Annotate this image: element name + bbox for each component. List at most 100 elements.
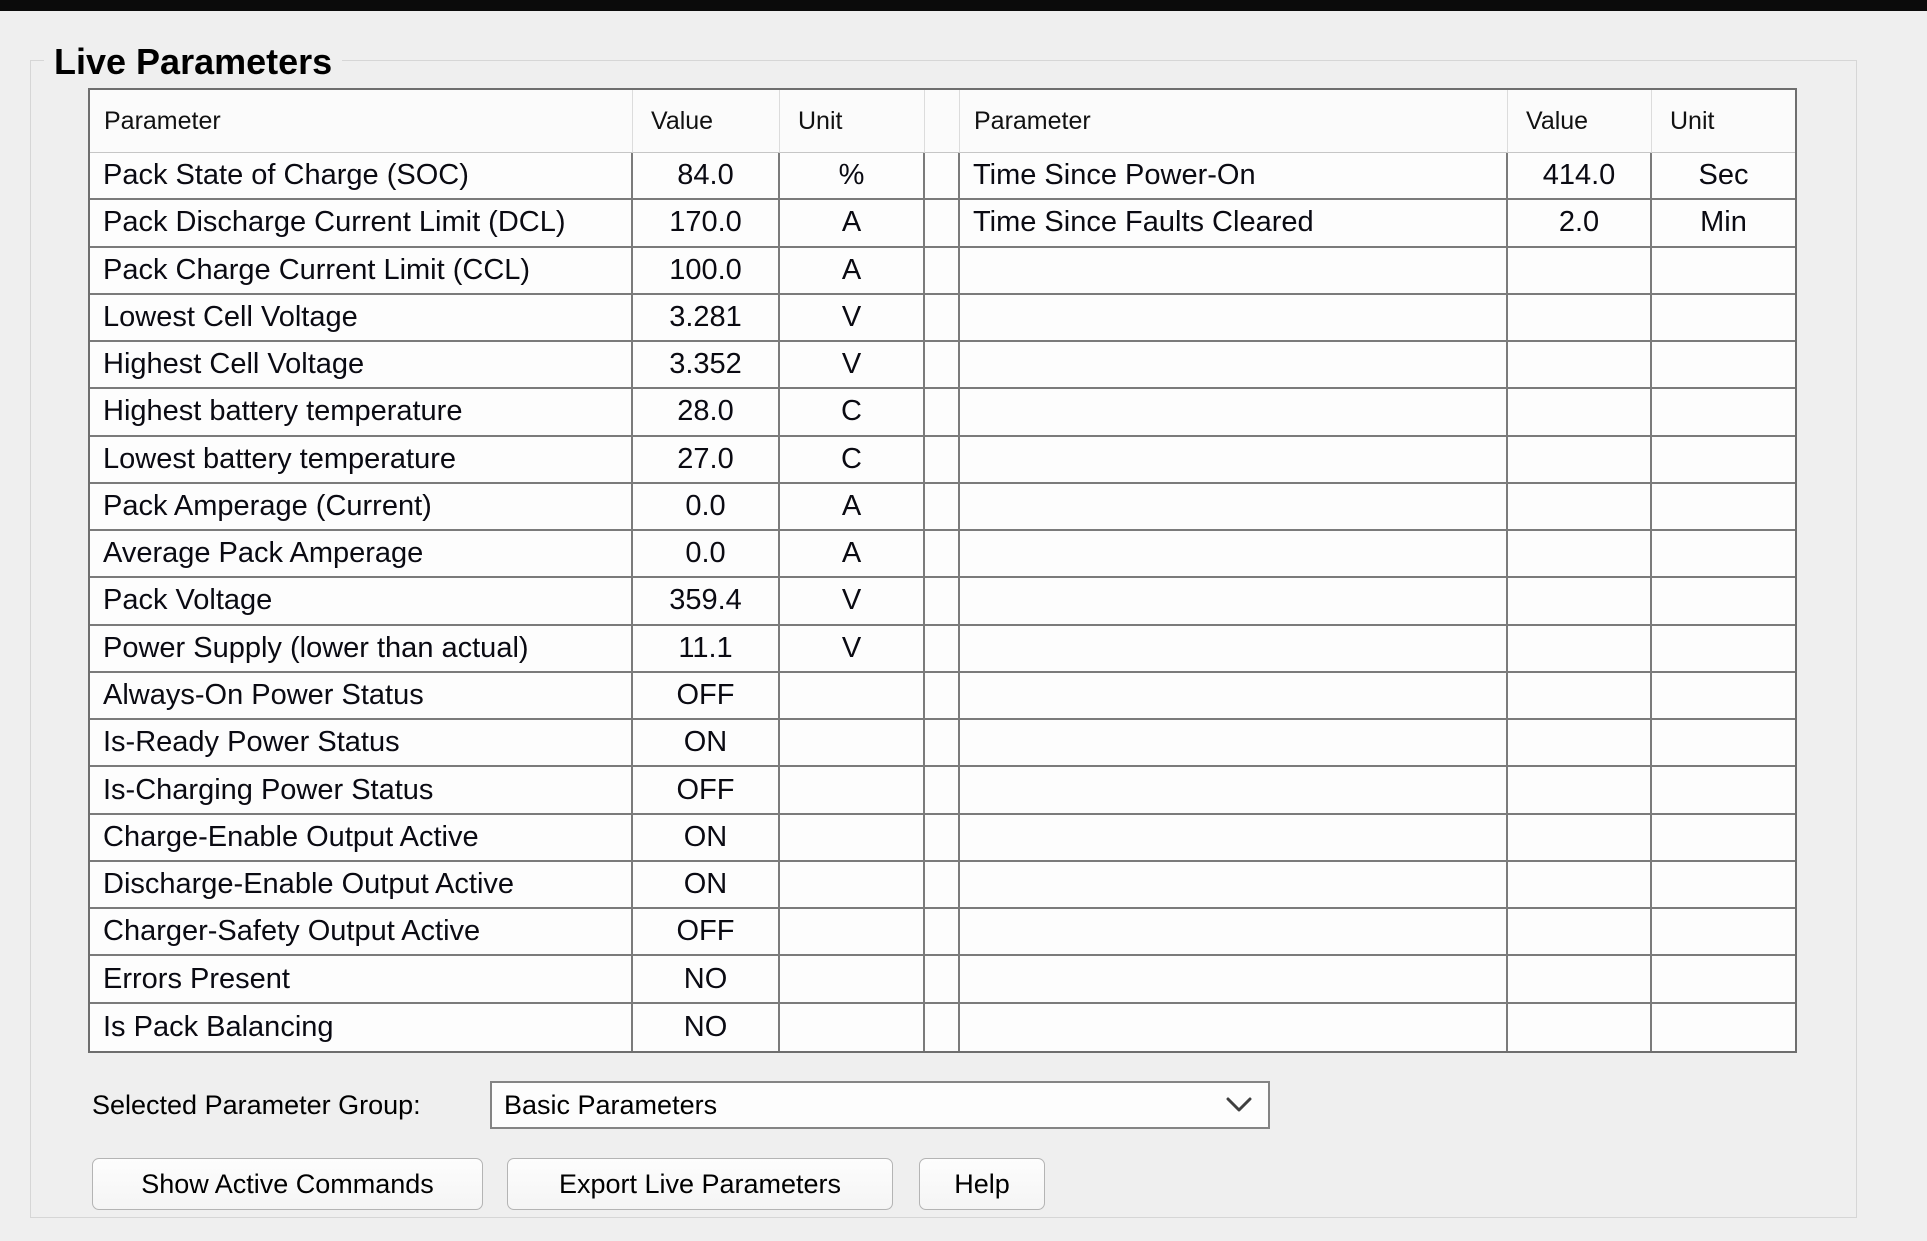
unit-cell: Min	[1652, 200, 1795, 247]
unit-cell	[780, 767, 925, 814]
spacer-cell	[925, 531, 960, 578]
chevron-down-icon	[1226, 1097, 1252, 1113]
unit-cell	[1652, 956, 1795, 1003]
left-header-parameter: Parameter	[90, 90, 633, 153]
spacer-cell	[925, 909, 960, 956]
parameter-cell	[960, 909, 1508, 956]
parameter-cell: Power Supply (lower than actual)	[90, 626, 633, 673]
unit-cell: V	[780, 626, 925, 673]
value-cell: 170.0	[633, 200, 780, 247]
help-button[interactable]: Help	[919, 1158, 1045, 1210]
unit-cell	[780, 815, 925, 862]
unit-cell	[1652, 720, 1795, 767]
parameter-cell	[960, 1004, 1508, 1051]
export-live-parameters-button[interactable]: Export Live Parameters	[507, 1158, 893, 1210]
value-cell: ON	[633, 815, 780, 862]
value-cell: NO	[633, 1004, 780, 1051]
parameter-cell: Discharge-Enable Output Active	[90, 862, 633, 909]
value-cell: NO	[633, 956, 780, 1003]
value-cell: 84.0	[633, 153, 780, 200]
parameter-cell	[960, 437, 1508, 484]
spacer-cell	[925, 295, 960, 342]
unit-cell	[1652, 815, 1795, 862]
parameter-cell	[960, 862, 1508, 909]
parameter-cell: Pack Discharge Current Limit (DCL)	[90, 200, 633, 247]
spacer-cell	[925, 1004, 960, 1051]
value-cell: ON	[633, 720, 780, 767]
unit-cell: C	[780, 389, 925, 436]
value-cell: 28.0	[633, 389, 780, 436]
value-cell: 359.4	[633, 578, 780, 625]
value-cell: 2.0	[1508, 200, 1652, 247]
value-cell	[1508, 720, 1652, 767]
parameter-cell	[960, 295, 1508, 342]
header-spacer-cell	[925, 90, 960, 153]
group-title: Live Parameters	[44, 40, 342, 84]
parameter-cell	[960, 248, 1508, 295]
parameter-cell: Pack Voltage	[90, 578, 633, 625]
spacer-cell	[925, 862, 960, 909]
unit-cell	[780, 1004, 925, 1051]
unit-cell	[1652, 1004, 1795, 1051]
parameter-cell	[960, 484, 1508, 531]
parameter-cell	[960, 626, 1508, 673]
value-cell	[1508, 862, 1652, 909]
value-cell	[1508, 531, 1652, 578]
parameter-cell	[960, 815, 1508, 862]
parameter-cell: Highest battery temperature	[90, 389, 633, 436]
parameter-cell	[960, 342, 1508, 389]
spacer-cell	[925, 673, 960, 720]
right-header-parameter: Parameter	[960, 90, 1508, 153]
value-cell: 3.352	[633, 342, 780, 389]
unit-cell: %	[780, 153, 925, 200]
value-cell: ON	[633, 862, 780, 909]
unit-cell	[1652, 484, 1795, 531]
unit-cell: A	[780, 484, 925, 531]
unit-cell	[1652, 342, 1795, 389]
value-cell	[1508, 767, 1652, 814]
unit-cell	[1652, 248, 1795, 295]
spacer-cell	[925, 815, 960, 862]
parameter-cell: Charge-Enable Output Active	[90, 815, 633, 862]
value-cell	[1508, 626, 1652, 673]
parameter-cell: Is-Charging Power Status	[90, 767, 633, 814]
unit-cell: V	[780, 295, 925, 342]
parameter-cell: Always-On Power Status	[90, 673, 633, 720]
live-parameters-table: ParameterValueUnitParameterValueUnitPack…	[88, 88, 1797, 1053]
spacer-cell	[925, 626, 960, 673]
parameter-cell	[960, 673, 1508, 720]
show-active-commands-button[interactable]: Show Active Commands	[92, 1158, 483, 1210]
spacer-cell	[925, 389, 960, 436]
value-cell	[1508, 248, 1652, 295]
spacer-cell	[925, 956, 960, 1003]
unit-cell: V	[780, 578, 925, 625]
left-header-unit: Unit	[780, 90, 925, 153]
parameter-cell	[960, 720, 1508, 767]
parameter-cell	[960, 956, 1508, 1003]
unit-cell	[780, 720, 925, 767]
parameter-cell	[960, 531, 1508, 578]
unit-cell	[780, 862, 925, 909]
parameter-cell: Highest Cell Voltage	[90, 342, 633, 389]
unit-cell	[1652, 673, 1795, 720]
unit-cell	[1652, 626, 1795, 673]
value-cell	[1508, 909, 1652, 956]
unit-cell	[1652, 437, 1795, 484]
unit-cell	[1652, 295, 1795, 342]
parameter-cell: Is Pack Balancing	[90, 1004, 633, 1051]
parameter-cell: Pack State of Charge (SOC)	[90, 153, 633, 200]
spacer-cell	[925, 342, 960, 389]
unit-cell	[1652, 578, 1795, 625]
parameter-cell: Lowest battery temperature	[90, 437, 633, 484]
spacer-cell	[925, 200, 960, 247]
right-header-unit: Unit	[1652, 90, 1795, 153]
spacer-cell	[925, 720, 960, 767]
value-cell	[1508, 1004, 1652, 1051]
spacer-cell	[925, 248, 960, 295]
parameter-group-select[interactable]: Basic Parameters	[490, 1081, 1270, 1129]
spacer-cell	[925, 437, 960, 484]
unit-cell: A	[780, 200, 925, 247]
window-top-edge	[0, 0, 1927, 11]
selected-parameter-group-value: Basic Parameters	[492, 1090, 1226, 1121]
value-cell: OFF	[633, 767, 780, 814]
